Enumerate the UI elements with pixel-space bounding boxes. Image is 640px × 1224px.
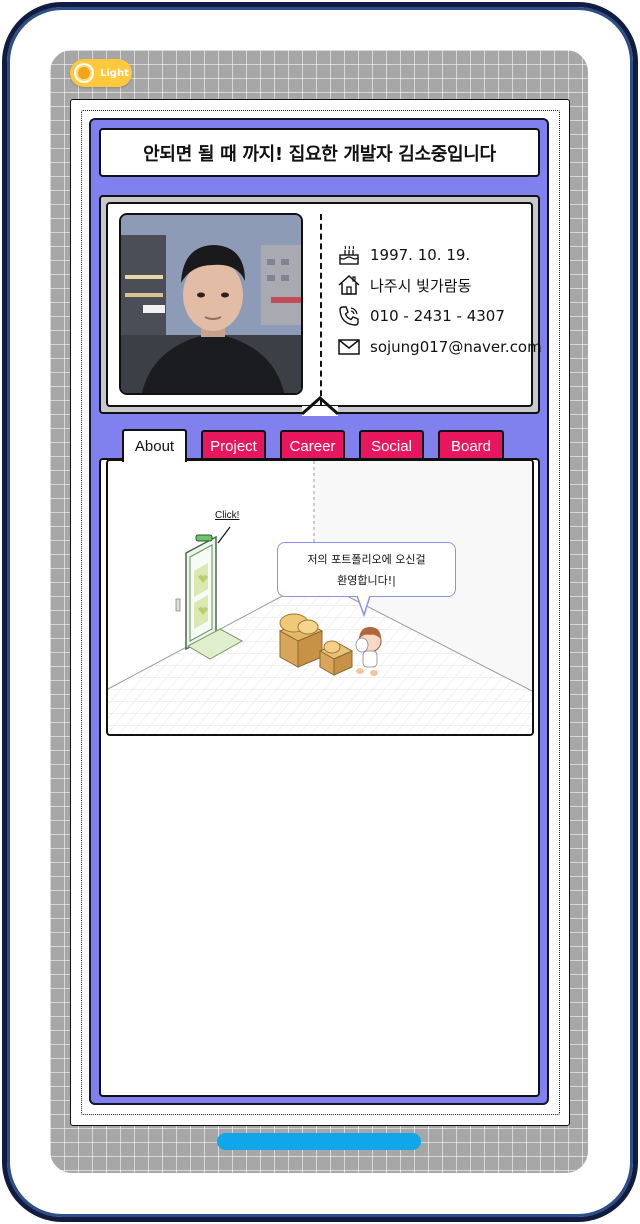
profile-photo <box>119 213 303 395</box>
header: 안되면 될 때 까지! 집요한 개발자 김소중입니다 <box>99 128 540 177</box>
address-text: 나주시 빛가람동 <box>370 276 472 295</box>
profile-divider <box>320 214 322 406</box>
tab-career[interactable]: Career <box>280 430 345 460</box>
bubble-line-2: 환영합니다!| <box>337 573 396 587</box>
home-icon <box>338 274 360 295</box>
tab-board[interactable]: Board <box>438 430 504 460</box>
email-text: sojung017@naver.com <box>370 338 542 356</box>
phone-text: 010 - 2431 - 4307 <box>370 307 505 325</box>
sun-icon <box>74 63 94 83</box>
tab-social[interactable]: Social <box>359 430 424 460</box>
birthday-text: 1997. 10. 19. <box>370 246 471 264</box>
tab-project[interactable]: Project <box>201 430 266 460</box>
mail-icon <box>338 339 360 355</box>
cake-icon <box>339 245 359 265</box>
tab-about[interactable]: About <box>122 429 187 462</box>
birthday-row: 1997. 10. 19. <box>337 243 470 267</box>
bubble-line-1: 저의 포트폴리오에 오신걸 <box>307 552 426 566</box>
door-click-link[interactable]: Click! <box>215 510 239 521</box>
home-indicator-bar[interactable] <box>217 1133 421 1150</box>
phone-icon <box>339 306 359 326</box>
chevron-up-icon[interactable] <box>300 392 340 416</box>
theme-toggle-label: Light <box>100 67 129 79</box>
welcome-speech-bubble: 저의 포트폴리오에 오신걸 환영합니다!| <box>277 542 456 597</box>
email-row: sojung017@naver.com <box>337 335 542 359</box>
page-title: 안되면 될 때 까지! 집요한 개발자 김소중입니다 <box>143 143 496 165</box>
room-scene <box>106 459 534 736</box>
bubble-tail <box>356 595 371 617</box>
theme-toggle[interactable]: Light <box>70 59 132 87</box>
address-row: 나주시 빛가람동 <box>337 273 471 297</box>
phone-row: 010 - 2431 - 4307 <box>337 304 505 328</box>
